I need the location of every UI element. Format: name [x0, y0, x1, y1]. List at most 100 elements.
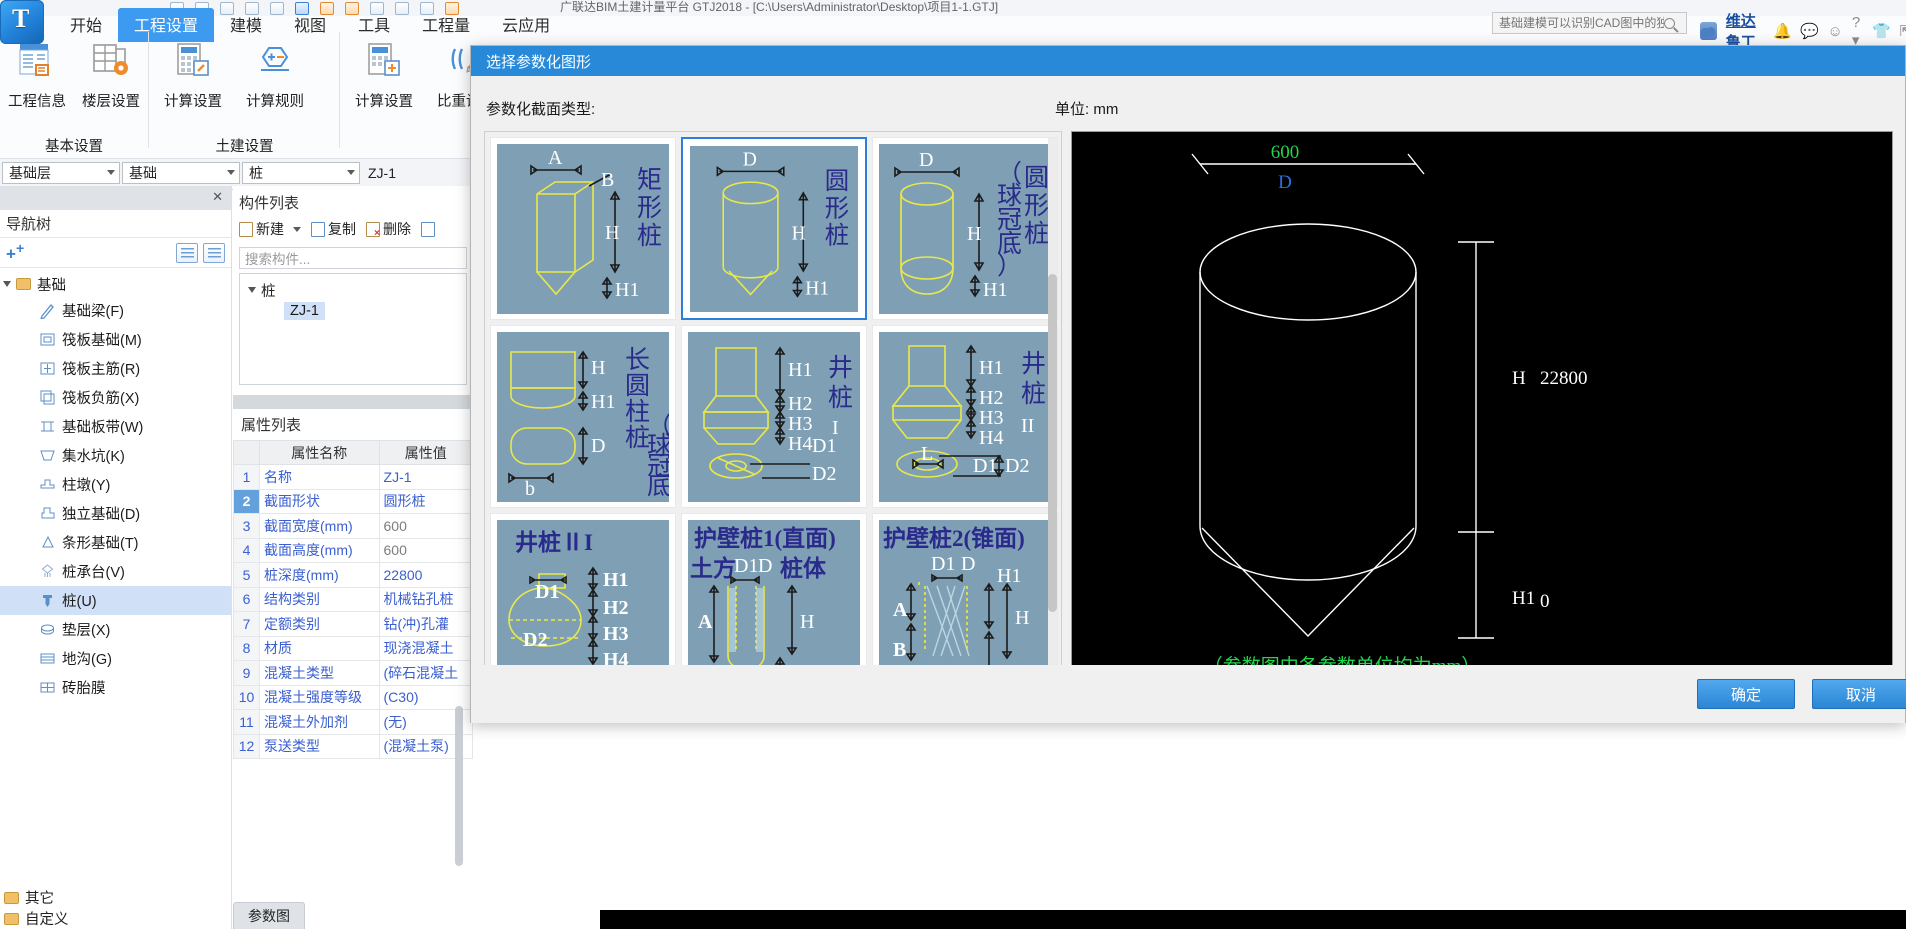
chevron-down-icon[interactable] [248, 287, 256, 293]
row-index: 8 [233, 635, 260, 661]
component-search-input[interactable]: 搜索构件... [239, 247, 467, 269]
sidebar-item-pile[interactable]: 桩(U) [0, 586, 231, 615]
ribbon-button-project-info[interactable]: 工程信息 [0, 30, 74, 111]
chevron-right-icon[interactable] [3, 281, 11, 287]
shape-tile-round-pile[interactable]: D H H1 圆形桩 [681, 137, 867, 320]
property-scrollbar[interactable] [455, 706, 463, 866]
ribbon-button-calc-settings-2[interactable]: 计算设置 [343, 30, 425, 111]
svg-text:H3: H3 [788, 413, 812, 435]
add-plus-icon[interactable]: ++ [6, 241, 24, 265]
element-name-field[interactable]: ZJ-1 [362, 162, 480, 184]
ribbon-button-floor-settings[interactable]: 楼层设置 [74, 30, 148, 111]
ribbon-button-calc-rule[interactable]: 计算规则 [234, 30, 316, 111]
table-row[interactable]: 12 泵送类型 (混凝土泵) [233, 733, 474, 759]
row-property-value[interactable]: 钻(冲)孔灌 [378, 611, 474, 637]
chevron-down-icon[interactable] [107, 170, 115, 175]
ribbon-divider-1 [148, 32, 149, 148]
folder-icon [4, 891, 19, 904]
shape-tile-rect-pile[interactable]: A B H H1 矩形桩 [490, 137, 676, 320]
sidebar-item-column-pier[interactable]: 柱墩(Y) [0, 470, 231, 499]
table-row[interactable]: 3 截面宽度(mm) 600 [233, 513, 474, 539]
row-property-value[interactable]: ZJ-1 [378, 464, 474, 490]
svg-text:H: H [967, 223, 981, 245]
shape-tile-well-pile-1[interactable]: H1 H2 H3 H4 D1 D2 井 桩 I [681, 325, 867, 508]
table-row[interactable]: 10 混凝土强度等级 (C30) [233, 684, 474, 710]
table-row[interactable]: 1 名称 ZJ-1 [233, 464, 474, 490]
gallery-scrollbar[interactable] [1048, 138, 1057, 686]
sidebar-item-cushion[interactable]: 垫层(X) [0, 615, 231, 644]
row-property-value[interactable]: 现浇混凝土 [378, 635, 474, 661]
list-view-icon[interactable] [176, 242, 198, 263]
table-row[interactable]: 9 混凝土类型 (碎石混凝土 [233, 660, 474, 686]
table-row[interactable]: 5 桩深度(mm) 22800 [233, 562, 474, 588]
svg-text:圆: 圆 [825, 167, 849, 194]
sidebar-label-raft-main-rebar: 筏板主筋(R) [62, 362, 141, 378]
list-item[interactable]: ZJ-1 [284, 302, 325, 320]
sidebar-item-sump-pit[interactable]: 集水坑(K) [0, 441, 231, 470]
floor-selector[interactable]: 基础层 [2, 161, 120, 184]
row-property-value[interactable]: 机械钻孔桩 [378, 586, 474, 612]
svg-text:I: I [832, 417, 839, 439]
sidebar-item-foundation-beam[interactable]: 基础梁(F) [0, 296, 231, 325]
sidebar-item-brick-mold[interactable]: 砖胎膜 [0, 673, 231, 702]
shape-gallery[interactable]: A B H H1 矩形桩 D H H1 圆 形 桩 D H H1 圆 形 桩 （… [484, 131, 1062, 691]
detail-view-icon[interactable] [203, 242, 225, 263]
shape-thumb-round-pile: D H H1 圆形桩 [690, 145, 858, 312]
row-property-name: 材质 [259, 635, 380, 661]
sidebar-label-column-pier: 柱墩(Y) [62, 478, 111, 494]
svg-text:H1: H1 [788, 359, 812, 381]
table-row[interactable]: 2 截面形状 圆形桩 [233, 488, 474, 514]
ok-button[interactable]: 确定 [1697, 679, 1795, 709]
sidebar-item-raft-foundation[interactable]: 筏板基础(M) [0, 325, 231, 354]
column-property-name: 属性名称 [259, 440, 380, 465]
table-row[interactable]: 6 结构类别 机械钻孔桩 [233, 586, 474, 612]
svg-text:形: 形 [637, 195, 662, 222]
row-property-value[interactable]: 22800 [378, 562, 474, 588]
tree-root-foundation[interactable]: 基础 [0, 272, 231, 296]
sidebar-item-trench[interactable]: 地沟(G) [0, 644, 231, 673]
table-row[interactable]: 4 截面高度(mm) 600 [233, 537, 474, 563]
tree-node-other[interactable]: 其它 [0, 887, 231, 908]
copy-component-button[interactable]: 复制 [311, 219, 356, 239]
row-index: 6 [233, 586, 260, 612]
sidebar-label-pile-cap: 桩承台(V) [62, 565, 125, 581]
row-property-value[interactable]: 600 [378, 513, 474, 539]
chevron-down-icon[interactable] [347, 170, 355, 175]
ribbon-label-calc-rule: 计算规则 [246, 94, 304, 110]
table-row[interactable]: 7 定额类别 钻(冲)孔灌 [233, 611, 474, 637]
shape-thumb-lining-pile-2: 护壁桩2(锥面) D1 D A B H1 H [879, 519, 1051, 690]
element-type-selector[interactable]: 桩 [242, 161, 360, 184]
svg-text:B: B [893, 639, 906, 661]
strip-footing-icon [38, 534, 56, 552]
table-row[interactable]: 11 混凝土外加剂 (无) [233, 709, 474, 735]
chevron-down-icon[interactable] [293, 226, 301, 232]
component-group-pile[interactable]: 桩 [240, 278, 466, 302]
cancel-button[interactable]: 取消 [1812, 679, 1906, 709]
row-property-value[interactable]: 圆形桩 [378, 488, 474, 514]
sidebar-item-pile-cap[interactable]: 桩承台(V) [0, 557, 231, 586]
sidebar-item-isolated-footing[interactable]: 独立基础(D) [0, 499, 231, 528]
layer-component-button[interactable] [421, 221, 435, 237]
tree-node-custom[interactable]: 自定义 [0, 908, 231, 929]
tab-parametric-diagram[interactable]: 参数图 [233, 902, 305, 929]
ribbon-button-calc-settings[interactable]: 计算设置 [152, 30, 234, 111]
category-selector[interactable]: 基础 [122, 161, 240, 184]
shape-tile-well-pile-2[interactable]: H1 H2 H3 H4 L D1 D2 井 桩 II [872, 325, 1058, 508]
sidebar-item-raft-negative-rebar[interactable]: 筏板负筋(X) [0, 383, 231, 412]
delete-component-button[interactable]: 删除 [366, 219, 411, 239]
shape-tile-oblong-column[interactable]: H H1 D b 长 圆 柱 桩 （ [490, 325, 676, 508]
row-property-value[interactable]: (碎石混凝土 [378, 660, 474, 686]
sidebar-item-raft-main-rebar[interactable]: 筏板主筋(R) [0, 354, 231, 383]
close-icon[interactable]: ✕ [212, 189, 223, 205]
new-component-button[interactable]: 新建 [239, 219, 301, 239]
sidebar-item-strip-footing[interactable]: 条形基础(T) [0, 528, 231, 557]
svg-text:桩: 桩 [1021, 380, 1046, 408]
shape-tile-round-pile-dome[interactable]: D H H1 圆形桩 （ 球 冠 底 ） [872, 137, 1058, 320]
svg-text:桩: 桩 [828, 384, 853, 412]
table-row[interactable]: 8 材质 现浇混凝土 [233, 635, 474, 661]
row-property-value[interactable]: 600 [378, 537, 474, 563]
chevron-down-icon[interactable] [227, 170, 235, 175]
svg-text:A: A [893, 599, 908, 621]
sidebar-item-slab-band[interactable]: 基础板带(W) [0, 412, 231, 441]
svg-text:D1: D1 [931, 553, 955, 575]
